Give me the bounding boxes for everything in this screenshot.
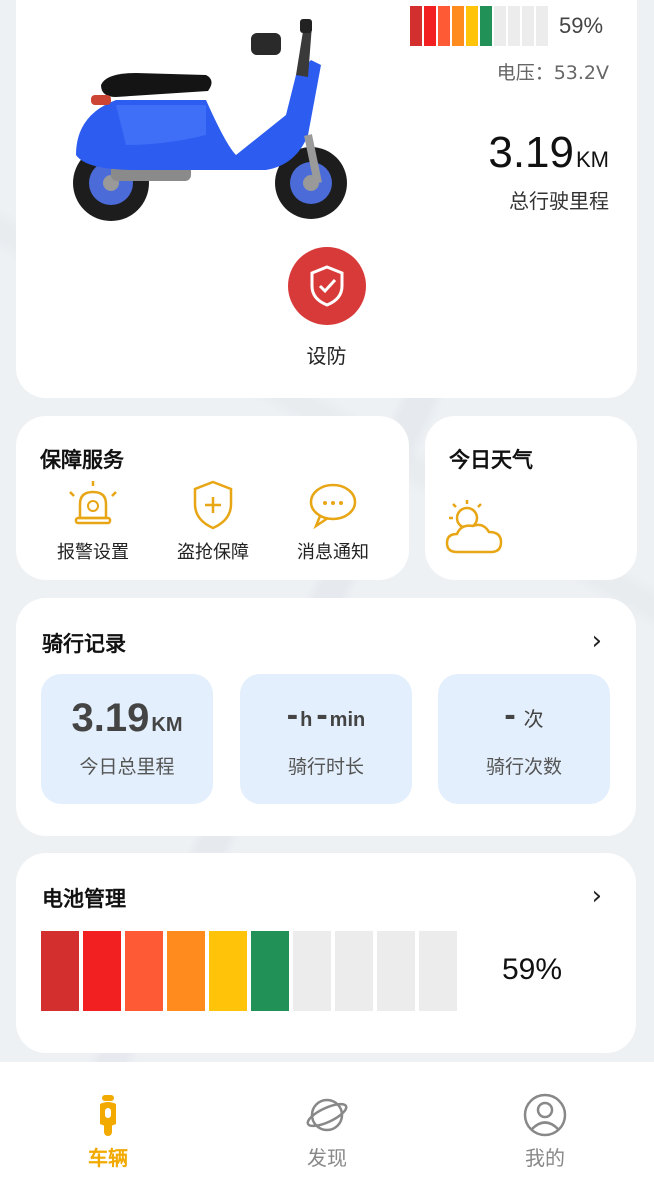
ride-duration-hours-unit: h [300, 709, 313, 731]
planet-icon [306, 1098, 348, 1132]
battery-level-bars [41, 931, 457, 1011]
ride-duration-stat: - h - min 骑行时长 [240, 674, 412, 804]
battery-mini-percent: 59% [559, 13, 604, 38]
ride-count-stat: - 次 骑行次数 [438, 674, 610, 804]
theft-protection-button[interactable]: 盗抢保障 [158, 478, 268, 564]
battery-mini-bar [410, 6, 548, 46]
battery-segment [419, 931, 457, 1011]
ride-duration-minutes-unit: min [329, 709, 366, 731]
battery-mini-segment [508, 6, 520, 46]
battery-mini-segment [410, 6, 422, 46]
nav-vehicle[interactable]: 车辆 [48, 1092, 168, 1171]
service-title: 保障服务 [40, 448, 124, 472]
chat-bubble-icon [309, 483, 357, 530]
nav-profile-label: 我的 [525, 1146, 565, 1170]
battery-segment [251, 931, 289, 1011]
total-mileage-unit: KM [576, 147, 609, 172]
alarm-settings-button[interactable]: 报警设置 [38, 478, 148, 564]
ride-record-card: 骑行记录 › 3.19 KM 今日总里程 - h - min 骑行时长 - 次 … [16, 598, 636, 836]
total-mileage: 3.19 KM [488, 128, 609, 178]
service-card: 保障服务 报警设置 盗抢保障 消息通知 [16, 416, 409, 580]
battery-segment [335, 931, 373, 1011]
battery-segment [209, 931, 247, 1011]
arm-label: 设防 [306, 344, 347, 368]
today-mileage-unit: KM [151, 714, 183, 736]
ride-record-chevron-icon[interactable]: › [592, 626, 602, 656]
battery-segment [293, 931, 331, 1011]
battery-segment [125, 931, 163, 1011]
alarm-bell-icon [69, 481, 117, 525]
battery-mini-segment [424, 6, 436, 46]
weather-card[interactable]: 今日天气 [425, 416, 637, 580]
today-mileage-stat: 3.19 KM 今日总里程 [41, 674, 213, 804]
battery-mini-segment [438, 6, 450, 46]
battery-mini-segment [452, 6, 464, 46]
scooter-nav-icon [100, 1095, 116, 1136]
battery-mini-segment [466, 6, 478, 46]
battery-mini-segment [522, 6, 534, 46]
alarm-settings-label: 报警设置 [57, 542, 129, 563]
scooter-image [73, 19, 347, 221]
ride-count-label: 骑行次数 [485, 756, 562, 778]
battery-title: 电池管理 [42, 887, 126, 911]
notifications-label: 消息通知 [297, 542, 369, 563]
partly-cloudy-icon [445, 500, 503, 554]
battery-mini-segment [536, 6, 548, 46]
ride-duration-minutes: - [316, 696, 328, 734]
ride-duration-hours: - [286, 696, 299, 734]
ride-record-title: 骑行记录 [42, 632, 126, 656]
vehicle-card: 59% 电压：53.2V 3.19 KM 总行驶里程 设防 [16, 0, 637, 398]
ride-duration-label: 骑行时长 [287, 756, 364, 778]
nav-vehicle-label: 车辆 [88, 1146, 128, 1170]
battery-percent: 59% [502, 953, 563, 986]
battery-chevron-icon[interactable]: › [592, 881, 602, 911]
theft-protection-label: 盗抢保障 [177, 542, 249, 563]
battery-mini-segment [494, 6, 506, 46]
user-icon [523, 1093, 567, 1137]
ride-count-value: - [504, 696, 516, 734]
nav-profile[interactable]: 我的 [485, 1092, 605, 1171]
weather-title: 今日天气 [449, 448, 533, 472]
battery-segment [41, 931, 79, 1011]
battery-segment [83, 931, 121, 1011]
ride-count-unit: 次 [523, 709, 544, 731]
battery-mini-segment [480, 6, 492, 46]
bottom-nav: 车辆 发现 我的 [0, 1062, 654, 1200]
voltage-text: 电压：53.2V [496, 62, 609, 84]
total-mileage-label: 总行驶里程 [509, 189, 609, 213]
notifications-button[interactable]: 消息通知 [278, 478, 388, 564]
battery-card: 电池管理 › 59% [16, 853, 636, 1053]
battery-segment [377, 931, 415, 1011]
shield-plus-icon [193, 480, 233, 530]
today-mileage-label: 今日总里程 [79, 756, 175, 778]
nav-discover[interactable]: 发现 [267, 1092, 387, 1171]
nav-discover-label: 发现 [307, 1146, 347, 1170]
total-mileage-value: 3.19 [488, 128, 574, 177]
today-mileage-value: 3.19 [71, 696, 150, 740]
arm-button[interactable] [288, 247, 366, 325]
battery-segment [167, 931, 205, 1011]
shield-check-icon [310, 265, 344, 307]
